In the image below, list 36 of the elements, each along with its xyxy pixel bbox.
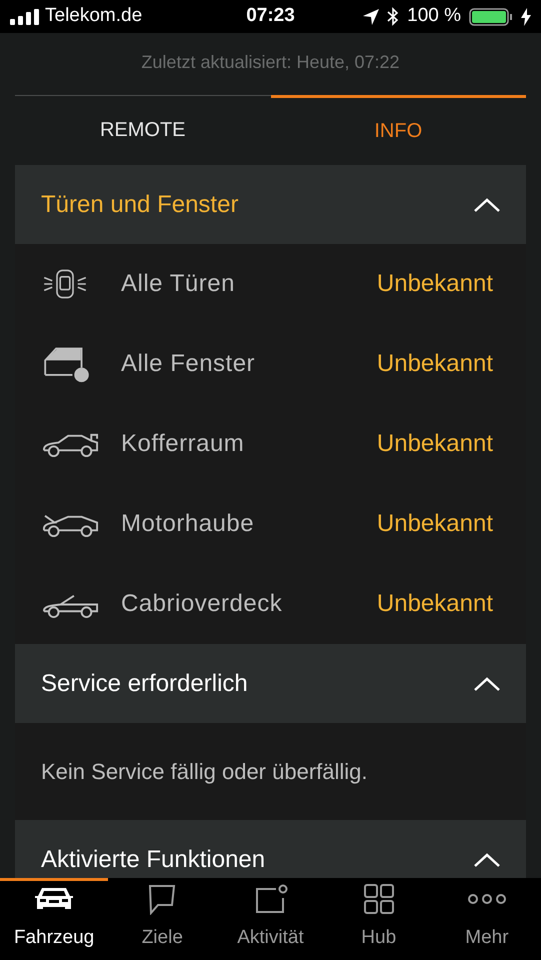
section-header[interactable]: Service erforderlich [15, 644, 526, 723]
item-status: Unbekannt [376, 269, 493, 299]
section-header[interactable]: Aktivierte Funktionen [15, 820, 526, 878]
nav-tab[interactable]: Fahrzeug [0, 878, 108, 960]
tab[interactable]: INFO [270, 95, 526, 159]
item-label: Motorhaube [121, 509, 256, 539]
more-icon [466, 892, 507, 904]
item-label: Alle Türen [121, 269, 236, 299]
bluetooth-icon [387, 7, 400, 26]
location-icon [363, 8, 380, 24]
section-title: Aktivierte Funktionen [41, 844, 266, 874]
item-status: Unbekannt [376, 349, 493, 379]
charging-icon [521, 8, 532, 26]
last-updated-text: Zuletzt aktualisiert: Heute, 07:22 [140, 51, 401, 74]
grid-icon [362, 882, 395, 914]
nav-tab[interactable]: Hub [324, 878, 433, 960]
section-header[interactable]: Türen und Fenster [15, 165, 526, 244]
item-status: Unbekannt [376, 589, 493, 619]
nav-tab[interactable]: Mehr [432, 878, 541, 960]
item-label: Alle Fenster [121, 349, 256, 379]
signal-icon [10, 8, 40, 24]
nav-tab[interactable]: Aktivität [216, 878, 325, 960]
clock: 07:23 [246, 4, 295, 28]
item-status: Unbekannt [376, 429, 493, 459]
item-status: Unbekannt [376, 509, 493, 539]
section-message: Kein Service fällig oder überfällig. [41, 758, 368, 786]
section-title: Türen und Fenster [41, 190, 238, 220]
notification-icon [254, 884, 288, 914]
tab[interactable]: REMOTE [15, 95, 270, 159]
item-label: Kofferraum [121, 429, 246, 459]
nav-tab[interactable]: Ziele [108, 878, 216, 960]
section-title: Service erforderlich [41, 668, 248, 698]
battery-icon [469, 8, 514, 26]
carrier-name: Telekom.de [45, 4, 142, 28]
battery-percentage: 100 % [407, 4, 462, 28]
item-label: Cabrioverdeck [121, 589, 284, 619]
